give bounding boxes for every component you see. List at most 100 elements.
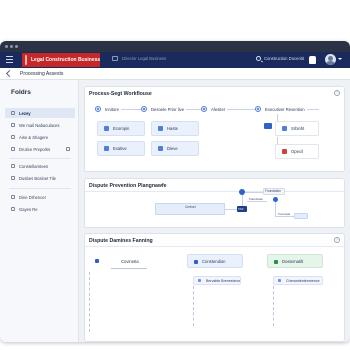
sidebar-item-label: Lezey xyxy=(19,110,31,116)
sidebar-divider xyxy=(9,158,71,159)
workflow-tile[interactable]: Haste xyxy=(151,121,199,136)
decision-node-label: TAX xyxy=(238,207,244,211)
column-header-label: Covinetta xyxy=(121,258,139,264)
expand-icon[interactable] xyxy=(66,147,70,151)
search-icon xyxy=(256,56,261,61)
flow-arrow xyxy=(275,202,276,216)
brand-name: Legal Construction Business xyxy=(31,57,101,63)
card-divider xyxy=(85,246,344,247)
lock-icon xyxy=(274,260,278,264)
tile-label: Opecil xyxy=(291,149,303,154)
sidebar-item-label: Drutice Preporks xyxy=(19,146,51,152)
document-icon xyxy=(11,147,15,151)
card-divider xyxy=(85,191,344,192)
flow-arrow xyxy=(225,209,237,210)
document-icon xyxy=(104,126,109,131)
step-label: Afesiter xyxy=(211,106,226,112)
column-guide xyxy=(273,286,274,326)
column-header[interactable]: Dosternatilt xyxy=(267,254,323,268)
document-icon xyxy=(11,123,15,127)
flow-arrow xyxy=(245,192,263,193)
sidebar-item-shagere[interactable]: Aise & Shagere xyxy=(5,132,75,142)
flow-arrow xyxy=(275,216,295,217)
step-icon xyxy=(201,106,207,112)
process-box-label: Cerbort xyxy=(185,205,196,209)
column-row[interactable]: Cherandentenmence xyxy=(273,276,323,285)
window-controls[interactable] xyxy=(5,45,18,48)
folder-icon xyxy=(112,56,118,61)
document-icon xyxy=(11,164,15,168)
sidebar-item-label: Dusbes Bosinet Tile xyxy=(19,175,57,181)
step-label: Executiver Revention xyxy=(265,106,305,112)
document-icon xyxy=(11,176,15,180)
alert-icon xyxy=(282,149,287,154)
column-header-label: Constendion xyxy=(202,258,226,264)
step-label: Innitore xyxy=(105,106,119,112)
sidebar-item-label: We mail Nabaculaces xyxy=(19,122,60,128)
sidebar-item-drhencer[interactable]: Dine Drhencer xyxy=(5,192,75,202)
sidebar-item-preporks[interactable]: Drutice Preporks xyxy=(5,144,75,154)
document-icon xyxy=(282,126,287,131)
process-box[interactable] xyxy=(294,213,308,219)
tile-label: Dieve xyxy=(167,146,178,151)
document-icon xyxy=(158,126,163,131)
document-icon xyxy=(11,111,15,115)
workflow-step[interactable]: Afesiter xyxy=(201,106,228,112)
workflow-step[interactable]: Innitore xyxy=(95,106,121,112)
sidebar-item-gayes[interactable]: Gayes Re xyxy=(5,204,75,214)
flow-label: Tuvontele xyxy=(278,212,291,216)
workflow-step[interactable]: Desoete Prior live xyxy=(141,106,187,112)
column-header[interactable]: Constendion xyxy=(187,254,243,268)
sidebar-item-constellarntees[interactable]: Constellarntees xyxy=(5,161,75,171)
process-box-label: Foundation xyxy=(265,189,281,193)
help-icon[interactable]: ? xyxy=(334,237,340,243)
secondary-tab[interactable]: Director Legal Business xyxy=(112,56,166,61)
global-search[interactable]: Construction Docentit xyxy=(256,56,304,61)
tile-label: Ecompin xyxy=(113,126,130,131)
secondary-tab-label: Director Legal Business xyxy=(122,56,167,61)
workflow-tile[interactable]: Dieve xyxy=(151,141,199,156)
logo-icon xyxy=(25,55,27,65)
avatar[interactable] xyxy=(325,54,336,65)
workflow-tile[interactable]: Ecompin xyxy=(97,121,145,136)
tile-label: Srbinht xyxy=(291,126,305,131)
document-icon xyxy=(11,135,15,139)
breadcrumb: Processing Assests xyxy=(20,71,64,77)
chevron-down-icon[interactable] xyxy=(338,58,342,60)
search-label: Construction Docentit xyxy=(264,56,305,61)
sidebar-item-lezey[interactable]: Lezey xyxy=(5,108,75,118)
breadcrumb-bar: Processing Assests xyxy=(0,68,350,80)
workflow-step[interactable]: Executiver Revention xyxy=(255,106,307,112)
dispute-planning-title: Dispute Damines Fanning xyxy=(89,238,153,244)
workflow-side-tile[interactable]: Srbinht xyxy=(275,121,319,136)
sidebar-item-bosinet[interactable]: Dusbes Bosinet Tile xyxy=(5,173,75,183)
dispute-prevention-card: Dispute Prevention Plangnawfe Cerbort TA… xyxy=(84,178,345,228)
help-icon[interactable]: ? xyxy=(334,90,340,96)
tile-label: Haste xyxy=(167,126,178,131)
bell-icon[interactable] xyxy=(309,56,316,64)
document-icon xyxy=(278,279,281,282)
menu-icon[interactable] xyxy=(6,56,13,63)
column-header-label: Dosternatilt xyxy=(282,258,304,264)
sidebar-item-mail[interactable]: We mail Nabaculaces xyxy=(5,120,75,130)
sidebar-item-label: Gayes Re xyxy=(19,206,38,212)
sidebar: Foldrs Lezey We mail Nabaculaces Aise & … xyxy=(0,80,79,342)
brand-tab[interactable]: Legal Construction Business xyxy=(22,53,100,67)
step-icon xyxy=(141,106,147,112)
column-guide xyxy=(89,272,90,332)
window-chrome xyxy=(0,41,350,52)
column-header[interactable]: Covinetta xyxy=(89,254,147,268)
sidebar-item-label: Aise & Shagere xyxy=(19,134,49,140)
back-arrow-icon[interactable] xyxy=(5,69,14,78)
document-icon xyxy=(198,279,201,282)
workflow-title: Process-Segt Workflouse xyxy=(89,91,152,97)
dispute-prevention-title: Dispute Prevention Plangnawfe xyxy=(89,183,167,189)
document-icon xyxy=(11,195,15,199)
workflow-tile[interactable]: Exative xyxy=(97,141,145,156)
step-icon xyxy=(95,106,101,112)
workflow-side-tile[interactable]: Opecil xyxy=(275,144,319,159)
flow-label: Tsaretriade xyxy=(249,197,263,201)
grid-icon xyxy=(95,259,99,263)
step-label: Desoete Prior live xyxy=(151,106,185,112)
column-row[interactable]: Bervable Brenesteror xyxy=(193,276,241,285)
